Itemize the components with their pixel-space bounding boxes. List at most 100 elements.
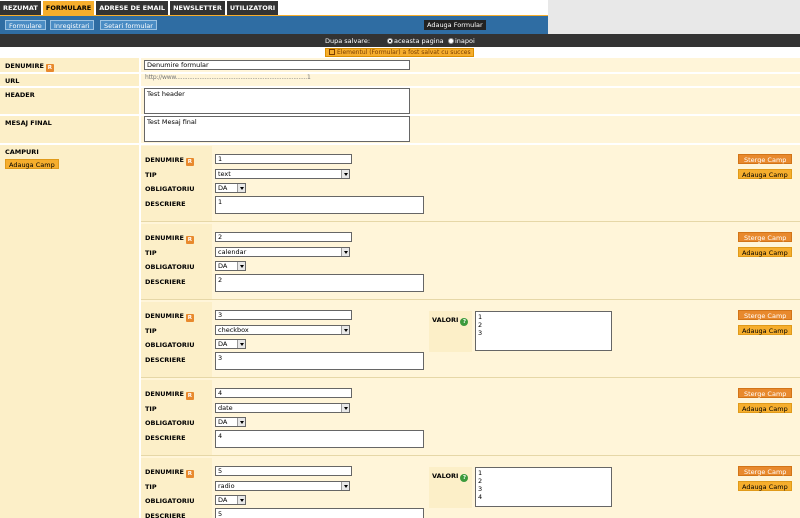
field-tip-label: TIP — [145, 483, 157, 491]
field-type-select[interactable]: date — [215, 403, 350, 413]
chevron-down-icon[interactable] — [341, 248, 349, 256]
field-denumire-input[interactable]: 3 — [215, 310, 352, 320]
field-values-textarea[interactable]: 1 2 3 4 — [475, 467, 612, 507]
select-value: date — [218, 404, 233, 412]
delete-field-button[interactable]: Sterge Camp — [738, 310, 793, 320]
add-field-button[interactable]: Adauga Camp — [738, 169, 792, 179]
tab-utilizatori[interactable]: UTILIZATORI — [226, 1, 279, 15]
field-required-select[interactable]: DA — [215, 261, 246, 271]
field-type-select[interactable]: checkbox — [215, 325, 350, 335]
field-denumire-input[interactable]: 1 — [215, 154, 352, 164]
header-textarea[interactable]: Test header — [144, 88, 410, 114]
select-value: DA — [218, 496, 228, 504]
chevron-down-icon[interactable] — [341, 326, 349, 334]
select-value: checkbox — [218, 326, 249, 334]
label-text: VALORI — [432, 472, 459, 480]
radio-icon[interactable] — [448, 38, 454, 44]
help-icon[interactable]: ? — [460, 474, 469, 482]
add-field-button[interactable]: Adauga Camp — [738, 403, 792, 413]
mesaj-final-textarea[interactable]: Test Mesaj final — [144, 116, 410, 142]
add-field-button[interactable]: Adauga Camp — [738, 481, 792, 491]
add-field-button[interactable]: Adauga Camp — [738, 247, 792, 257]
label-text: DENUMIRE — [145, 156, 184, 164]
field-obligatoriu-label: OBLIGATORIU — [145, 341, 195, 349]
chevron-down-icon[interactable] — [237, 184, 245, 192]
header-label: HEADER — [5, 91, 35, 99]
field-denumire-label: DENUMIRE R — [145, 156, 194, 166]
chevron-down-icon[interactable] — [237, 418, 245, 426]
required-icon: R — [185, 158, 194, 166]
field-obligatoriu-label: OBLIGATORIU — [145, 185, 195, 193]
field-block: DENUMIRE R 3 TIP checkbox OBLIGATORIU DA DESCRI… — [141, 302, 800, 378]
field-description-textarea[interactable]: 4 — [215, 430, 424, 448]
label-text: DENUMIRE — [145, 468, 184, 476]
delete-field-button[interactable]: Sterge Camp — [738, 388, 793, 398]
delete-field-button[interactable]: Sterge Camp — [738, 154, 793, 164]
field-denumire-input[interactable]: 2 — [215, 232, 352, 242]
field-denumire-label: DENUMIRE R — [145, 234, 194, 244]
valori-label: VALORI? — [432, 316, 469, 326]
radio-icon[interactable] — [387, 38, 393, 44]
subnav-formulare[interactable]: Formulare — [5, 20, 46, 30]
field-block: DENUMIRE R 4 TIP date OBLIGATORIU DA DESCRIERE 4… — [141, 380, 800, 456]
mesaj-final-label: MESAJ FINAL — [5, 119, 52, 127]
after-save-option-this-page[interactable]: aceasta pagina — [387, 37, 444, 45]
after-save-label: Dupa salvare: — [325, 37, 371, 45]
add-form-button[interactable]: Adauga Formular — [424, 20, 486, 30]
notice-text: Elementul (Formular) a fost salvat cu su… — [337, 49, 471, 56]
option-label: inapoi — [455, 37, 475, 45]
add-field-button[interactable]: Adauga Camp — [5, 159, 59, 169]
select-value: calendar — [218, 248, 247, 256]
tab-formulare[interactable]: FORMULARE — [42, 1, 95, 15]
campuri-label: CAMPURI — [5, 148, 39, 156]
chevron-down-icon[interactable] — [237, 340, 245, 348]
field-required-select[interactable]: DA — [215, 417, 246, 427]
denumire-input[interactable]: Denumire formular — [144, 60, 410, 70]
field-required-select[interactable]: DA — [215, 183, 246, 193]
field-required-select[interactable]: DA — [215, 339, 246, 349]
select-value: text — [218, 170, 231, 178]
field-descriere-label: DESCRIERE — [145, 512, 186, 518]
field-description-textarea[interactable]: 2 — [215, 274, 424, 292]
delete-field-button[interactable]: Sterge Camp — [738, 466, 793, 476]
field-type-select[interactable]: radio — [215, 481, 350, 491]
field-description-textarea[interactable]: 1 — [215, 196, 424, 214]
field-obligatoriu-label: OBLIGATORIU — [145, 497, 195, 505]
chevron-down-icon[interactable] — [341, 170, 349, 178]
field-denumire-label: DENUMIRE R — [145, 312, 194, 322]
field-required-select[interactable]: DA — [215, 495, 246, 505]
field-values-textarea[interactable]: 1 2 3 — [475, 311, 612, 351]
tab-rezumat[interactable]: REZUMAT — [0, 1, 41, 15]
tab-adrese-email[interactable]: ADRESE DE EMAIL — [96, 1, 169, 15]
required-icon: R — [185, 314, 194, 322]
field-descriere-label: DESCRIERE — [145, 200, 186, 208]
denumire-label: DENUMIRE R — [5, 62, 54, 72]
chevron-down-icon[interactable] — [341, 404, 349, 412]
chevron-down-icon[interactable] — [341, 482, 349, 490]
label-text: VALORI — [432, 316, 459, 324]
tab-newsletter[interactable]: NEWSLETTER — [170, 1, 225, 15]
valori-label-box: VALORI? — [429, 311, 472, 352]
label-text: DENUMIRE — [145, 390, 184, 398]
tab-bar: REZUMAT FORMULARE ADRESE DE EMAIL NEWSLE… — [0, 0, 548, 15]
field-description-textarea[interactable]: 3 — [215, 352, 424, 370]
select-value: DA — [218, 418, 228, 426]
info-icon — [329, 49, 335, 55]
label-column — [0, 58, 139, 518]
field-type-select[interactable]: calendar — [215, 247, 350, 257]
delete-field-button[interactable]: Sterge Camp — [738, 232, 793, 242]
block-divider — [141, 455, 800, 456]
field-description-textarea[interactable]: 5 — [215, 508, 424, 518]
field-denumire-input[interactable]: 5 — [215, 466, 352, 476]
field-descriere-label: DESCRIERE — [145, 356, 186, 364]
subnav-inregistrari[interactable]: Inregistrari — [50, 20, 94, 30]
help-icon[interactable]: ? — [460, 318, 469, 326]
chevron-down-icon[interactable] — [237, 262, 245, 270]
field-denumire-input[interactable]: 4 — [215, 388, 352, 398]
label-text: DENUMIRE — [5, 62, 44, 70]
after-save-option-back[interactable]: inapoi — [448, 37, 475, 45]
subnav-setari[interactable]: Setari formular — [100, 20, 157, 30]
chevron-down-icon[interactable] — [237, 496, 245, 504]
add-field-button[interactable]: Adauga Camp — [738, 325, 792, 335]
field-type-select[interactable]: text — [215, 169, 350, 179]
